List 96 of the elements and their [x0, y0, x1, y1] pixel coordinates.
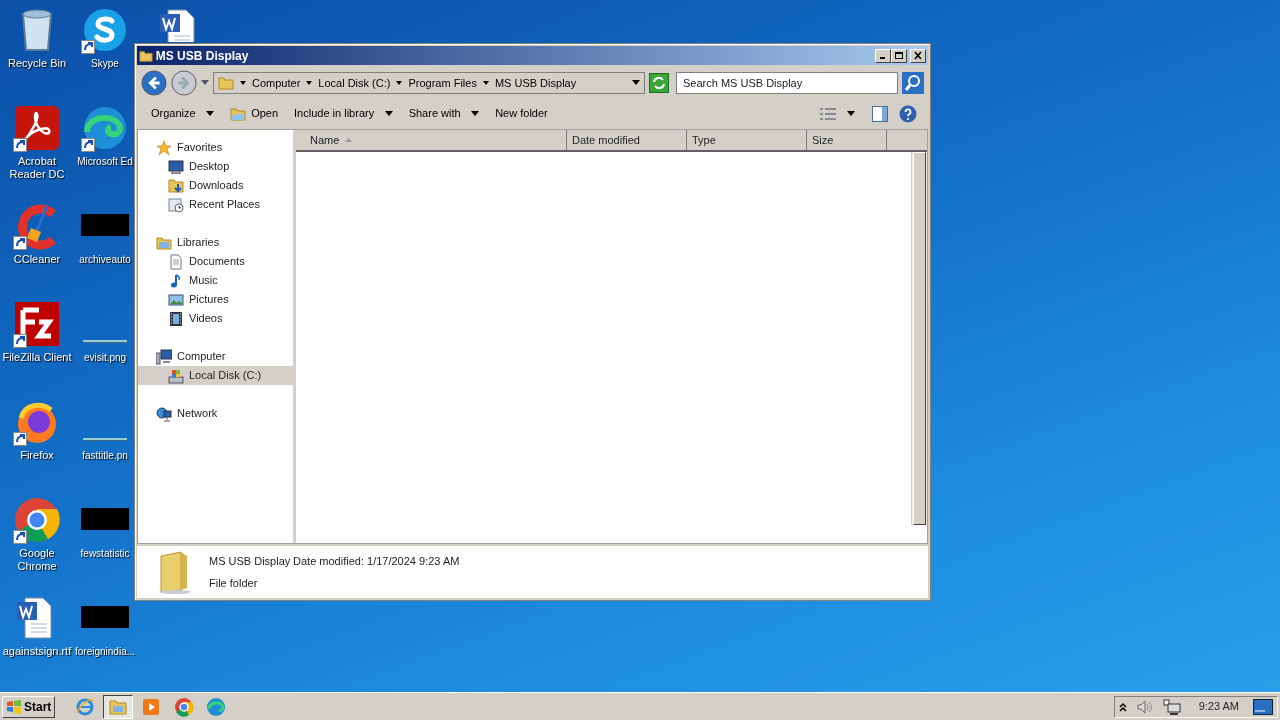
search-button[interactable] — [902, 72, 924, 94]
computer-icon — [156, 348, 172, 365]
film-strip-icon — [168, 310, 184, 327]
breadcrumb-link[interactable]: Local Disk (C:) — [318, 74, 391, 92]
shortcut-arrow-icon — [13, 432, 27, 446]
sidebar-item[interactable]: Recent Places — [138, 195, 293, 214]
toolbar-button[interactable]: Organize — [143, 102, 223, 125]
chrome-logo-icon[interactable] — [13, 496, 61, 544]
caret-icon[interactable] — [471, 111, 480, 116]
column-header[interactable]: Name — [296, 130, 567, 150]
caret-icon[interactable] — [632, 80, 641, 86]
shortcut-arrow-icon — [81, 40, 95, 54]
caret-icon[interactable] — [396, 81, 403, 85]
desktop-icon-label[interactable]: Microsoft Ed — [77, 155, 133, 168]
recent-places-icon — [168, 196, 184, 213]
desktop-icon-label[interactable]: archiveauto — [79, 253, 131, 266]
desktop-icon-label[interactable]: fasttitle.pn — [82, 449, 128, 462]
desktop-icon-label[interactable]: Recycle Bin — [7, 57, 67, 70]
desktop-icon-label[interactable]: foreignindia... — [75, 645, 136, 658]
library-folder-icon — [156, 234, 172, 251]
sidebar-group[interactable]: Network — [138, 404, 293, 423]
sidebar-group[interactable]: Computer — [138, 347, 293, 366]
drive-icon — [168, 367, 184, 384]
flag-logo-icon[interactable] — [6, 699, 22, 714]
desktop-icon-label[interactable]: evisit.png — [83, 351, 127, 364]
caret-icon[interactable] — [306, 81, 313, 85]
clock[interactable]: 9:23 AM — [1198, 698, 1239, 715]
sidebar-item[interactable]: Local Disk (C:) — [138, 366, 293, 385]
desktop-icon-label[interactable]: fewstatistic — [80, 547, 130, 560]
desktop-icon-label[interactable]: againstsign.rtf — [2, 645, 72, 658]
caret-icon[interactable] — [482, 81, 489, 85]
sidebar-group[interactable]: Favorites — [138, 138, 293, 157]
window-title: MS USB Display — [155, 47, 249, 65]
desktop-icon-label[interactable]: Firefox — [20, 449, 54, 462]
shortcut-arrow-icon — [13, 236, 27, 250]
pdf-logo-icon[interactable] — [13, 104, 61, 152]
breadcrumb-link[interactable]: Computer — [252, 74, 301, 92]
sidebar-item[interactable]: Music — [138, 271, 293, 290]
picture-icon — [168, 291, 184, 308]
folder-icon — [139, 48, 153, 63]
scrollbar[interactable] — [911, 152, 927, 525]
column-header[interactable]: Date modified — [567, 130, 687, 150]
network-globe-icon — [156, 405, 172, 422]
breadcrumb-link[interactable]: MS USB Display — [494, 74, 577, 92]
monitor-icon — [168, 158, 184, 175]
toolbar-button[interactable]: Share with — [400, 102, 488, 125]
toolbar-button[interactable]: Include in library — [286, 102, 401, 125]
desktop-icon-label[interactable]: Acrobat Reader DC — [2, 155, 72, 181]
folder-download-icon — [168, 177, 184, 194]
shortcut-arrow-icon — [13, 138, 27, 152]
sidebar-item[interactable]: Downloads — [138, 176, 293, 195]
sidebar-item[interactable]: Documents — [138, 252, 293, 271]
refresh-button[interactable] — [649, 73, 670, 93]
folder-icon — [230, 106, 247, 121]
shortcut-arrow-icon — [13, 530, 27, 544]
sort-arrow-icon — [345, 138, 353, 142]
sidebar-item[interactable]: Videos — [138, 309, 293, 328]
folder-icon — [218, 75, 234, 91]
caret-icon[interactable] — [384, 111, 393, 116]
network-icon[interactable] — [1162, 698, 1181, 715]
document-icon — [168, 253, 184, 270]
chevron-up-icon[interactable] — [1118, 702, 1127, 713]
column-header[interactable]: Type — [687, 130, 807, 150]
shortcut-arrow-icon — [13, 334, 27, 348]
column-header[interactable]: Size — [807, 130, 887, 150]
fz-logo-icon[interactable] — [13, 300, 61, 348]
play-button-icon[interactable] — [140, 696, 161, 717]
chrome-logo-icon[interactable] — [173, 696, 194, 717]
speaker-icon[interactable] — [1136, 698, 1153, 715]
view-options-button[interactable] — [820, 107, 855, 120]
search-field[interactable]: Search MS USB Display — [676, 72, 898, 94]
shortcut-arrow-icon — [81, 138, 95, 152]
desktop-icon-label[interactable]: CCleaner — [13, 253, 61, 266]
toolbar-button[interactable]: Open — [222, 102, 287, 125]
desktop-icon-label[interactable]: FileZilla Client — [2, 351, 72, 364]
back-button[interactable] — [141, 70, 167, 96]
swirl-logo-icon[interactable] — [81, 104, 129, 152]
breadcrumb-link[interactable]: Program Files — [408, 74, 477, 92]
taskbar-app-button[interactable] — [103, 694, 134, 719]
start-button[interactable]: Start — [2, 695, 56, 718]
toolbar-button[interactable]: New folder — [487, 102, 556, 125]
s-logo-icon[interactable] — [81, 6, 129, 54]
address-bar[interactable]: Computer Local Disk (C:) Program Files MS USB Display — [213, 72, 646, 94]
details-date: Date modified: 1/17/2024 9:23 AM — [293, 554, 460, 569]
star-icon — [156, 139, 172, 156]
caret-icon[interactable] — [847, 111, 855, 116]
caret-icon[interactable] — [206, 111, 215, 116]
help-button[interactable] — [898, 104, 917, 123]
desktop-icon-label[interactable]: Skype — [91, 57, 119, 70]
caret-icon[interactable] — [240, 81, 246, 85]
desktop-icon-label[interactable]: Google Chrome — [2, 547, 72, 573]
details-type: File folder — [209, 575, 259, 591]
sidebar-group[interactable]: Libraries — [138, 233, 293, 252]
sidebar-item[interactable]: Desktop — [138, 157, 293, 176]
details-name: MS USB Display — [209, 554, 291, 569]
sidebar-item[interactable]: Pictures — [138, 290, 293, 309]
